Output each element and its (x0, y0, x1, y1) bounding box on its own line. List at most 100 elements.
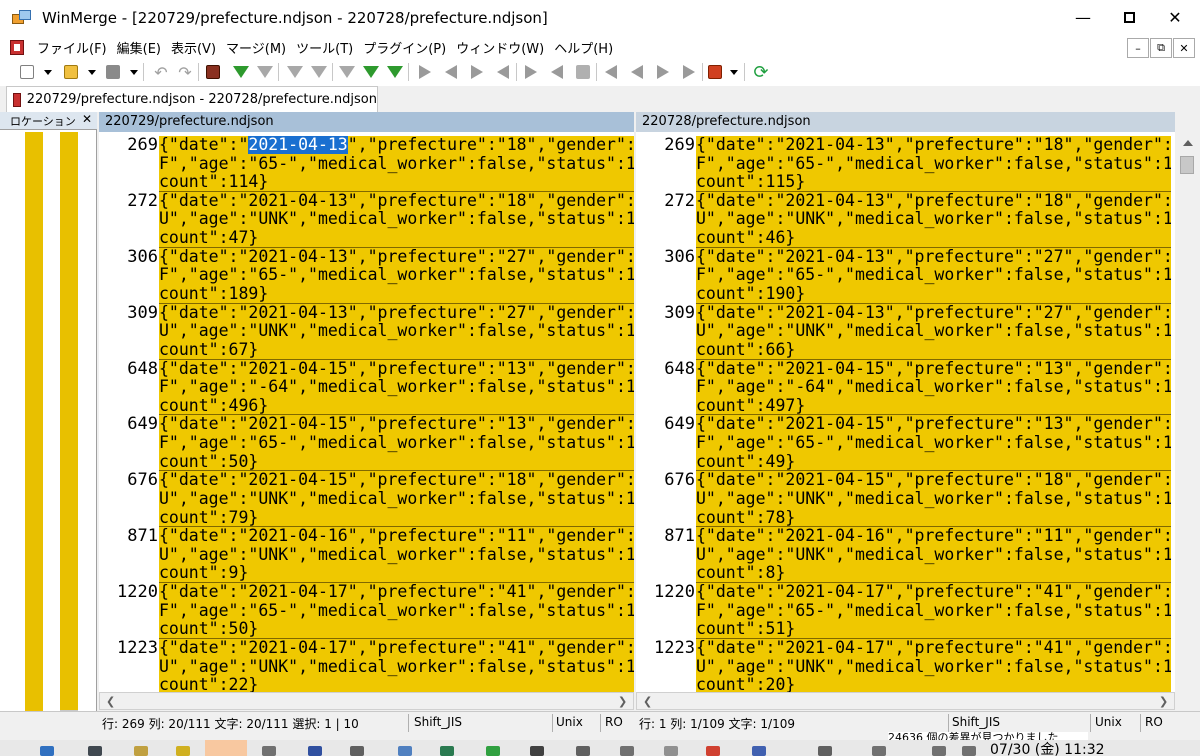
diff-line[interactable]: 871 {"date":"2021-04-16","prefecture":"11… (99, 527, 634, 584)
taskbar-app-icon[interactable] (620, 746, 634, 756)
line-text[interactable]: {"date":"2021-04-13","prefecture":"27","… (159, 303, 634, 360)
taskbar-app-icon[interactable] (752, 746, 766, 756)
taskbar-app-icon[interactable] (262, 746, 276, 756)
nav-first-icon[interactable] (600, 61, 622, 83)
diff-line[interactable]: 272 {"date":"2021-04-13","prefecture":"18… (99, 192, 634, 248)
copy-all-icon[interactable] (254, 61, 276, 83)
close-button[interactable]: ✕ (1152, 0, 1198, 34)
line-text[interactable]: {"date":"2021-04-13","prefecture":"27","… (159, 247, 634, 304)
scroll-right-icon[interactable]: ❯ (1159, 695, 1168, 708)
open-folder-icon[interactable] (60, 61, 82, 83)
line-text[interactable]: {"date":"2021-04-13","prefecture":"18","… (696, 136, 1171, 192)
line-text[interactable]: {"date":"2021-04-17","prefecture":"41","… (696, 639, 1171, 692)
menu-help[interactable]: ヘルプ(H) (549, 38, 618, 57)
minimize-button[interactable]: — (1060, 0, 1106, 34)
diff-line[interactable]: 676 {"date":"2021-04-15","prefecture":"18… (99, 471, 634, 528)
scroll-right-icon[interactable]: ❯ (618, 695, 627, 708)
diff-line[interactable]: 1220 {"date":"2021-04-17","prefecture":"4… (99, 583, 634, 640)
diff-line[interactable]: 1223 {"date":"2021-04-17","prefecture":"4… (99, 639, 634, 692)
all-right-icon[interactable] (520, 61, 542, 83)
taskbar-app-icon[interactable] (440, 746, 454, 756)
taskbar-app-icon[interactable] (486, 746, 500, 756)
tray-icon[interactable] (818, 746, 832, 756)
taskbar-app-icon[interactable] (664, 746, 678, 756)
diff-line[interactable]: 676 {"date":"2021-04-15","prefecture":"18… (636, 471, 1175, 528)
menu-edit[interactable]: 編集(E) (112, 38, 166, 57)
close-icon[interactable]: ✕ (82, 112, 92, 126)
diff-line[interactable]: 269 {"date":"2021-04-13","prefecture":"18… (99, 136, 634, 192)
taskbar-app-icon[interactable] (576, 746, 590, 756)
options-dropdown-icon[interactable] (730, 70, 738, 75)
mdi-close-button[interactable]: ✕ (1173, 38, 1195, 58)
taskbar-app-icon[interactable] (308, 746, 322, 756)
current-diff-icon[interactable] (360, 61, 382, 83)
menu-tools[interactable]: ツール(T) (291, 38, 358, 57)
scroll-left-icon[interactable]: ❮ (643, 695, 652, 708)
nav-prev-icon[interactable] (626, 61, 648, 83)
open-dropdown-icon[interactable] (88, 70, 96, 75)
taskbar-app-icon[interactable] (134, 746, 148, 756)
copy-left-advance-icon[interactable] (492, 61, 514, 83)
line-text[interactable]: {"date":"2021-04-15","prefecture":"18","… (159, 471, 634, 528)
menu-merge[interactable]: マージ(M) (221, 38, 291, 57)
diff-line[interactable]: 306 {"date":"2021-04-13","prefecture":"27… (99, 248, 634, 304)
scroll-up-icon[interactable] (1183, 140, 1193, 146)
line-text[interactable]: {"date":"2021-04-13","prefecture":"27","… (696, 303, 1171, 360)
all-left-icon[interactable] (546, 61, 568, 83)
copy-right-advance-icon[interactable] (466, 61, 488, 83)
diff-line[interactable]: 272 {"date":"2021-04-13","prefecture":"18… (636, 192, 1175, 248)
taskbar-app-icon[interactable] (88, 746, 102, 756)
maximize-button[interactable] (1106, 0, 1152, 34)
right-horizontal-scrollbar[interactable]: ❮ ❯ (636, 692, 1175, 710)
save-icon[interactable] (102, 61, 124, 83)
left-horizontal-scrollbar[interactable]: ❮ ❯ (99, 692, 634, 710)
taskbar-app-icon[interactable] (350, 746, 364, 756)
line-text[interactable]: {"date":"2021-04-16","prefecture":"11","… (696, 527, 1171, 584)
mdi-restore-button[interactable]: ⧉ (1150, 38, 1172, 58)
diff-line[interactable]: 1223 {"date":"2021-04-17","prefecture":"4… (636, 639, 1175, 692)
redo-icon[interactable]: ↷ (174, 61, 196, 83)
last-diff-icon[interactable] (384, 61, 406, 83)
line-text[interactable]: {"date":"2021-04-15","prefecture":"18","… (696, 471, 1171, 528)
scroll-left-icon[interactable]: ❮ (106, 695, 115, 708)
document-icon[interactable] (10, 39, 24, 55)
new-dropdown-icon[interactable] (44, 70, 52, 75)
line-text[interactable]: {"date":"2021-04-15","prefecture":"13","… (159, 359, 634, 416)
diff-line[interactable]: 871 {"date":"2021-04-16","prefecture":"11… (636, 527, 1175, 584)
menu-plugins[interactable]: プラグイン(P) (358, 38, 451, 57)
options-icon[interactable] (704, 61, 726, 83)
tray-icon[interactable] (932, 746, 946, 756)
taskbar-app-icon[interactable] (40, 746, 54, 756)
undo-icon[interactable]: ↶ (150, 61, 172, 83)
diff-line[interactable]: 306 {"date":"2021-04-13","prefecture":"27… (636, 248, 1175, 304)
taskbar-app-icon[interactable] (398, 746, 412, 756)
prev-diff-icon[interactable] (308, 61, 330, 83)
copy-left-icon[interactable] (440, 61, 462, 83)
location-bar-left[interactable] (25, 132, 43, 722)
filter-icon[interactable] (202, 61, 224, 83)
vertical-scrollbar[interactable] (1175, 112, 1200, 712)
taskbar-winmerge-active[interactable] (205, 740, 247, 756)
line-text[interactable]: {"date":"2021-04-13","prefecture":"27","… (696, 247, 1171, 304)
tray-icon[interactable] (962, 746, 976, 756)
tab-document[interactable]: 220729/prefecture.ndjson - 220728/prefec… (6, 86, 378, 112)
diff-line[interactable]: 649 {"date":"2021-04-15","prefecture":"13… (636, 415, 1175, 472)
merge-icon[interactable] (572, 61, 594, 83)
line-text[interactable]: {"date":"2021-04-16","prefecture":"11","… (159, 527, 634, 584)
save-dropdown-icon[interactable] (130, 70, 138, 75)
diff-line[interactable]: 649 {"date":"2021-04-15","prefecture":"13… (99, 415, 634, 472)
diff-line[interactable]: 309 {"date":"2021-04-13","prefecture":"27… (99, 304, 634, 360)
nav-last-icon[interactable] (678, 61, 700, 83)
taskbar-app-icon[interactable] (176, 746, 190, 756)
menu-window[interactable]: ウィンドウ(W) (451, 38, 549, 57)
menu-file[interactable]: ファイル(F) (32, 38, 112, 57)
right-diff-pane[interactable]: 220728/prefecture.ndjson 269 {"date":"202… (636, 112, 1175, 692)
scroll-thumb[interactable] (1180, 156, 1194, 174)
taskbar-clock[interactable]: 07/30 (金) 11:32 (990, 740, 1105, 756)
line-text[interactable]: {"date":"2021-04-17","prefecture":"41","… (159, 583, 634, 640)
nav-next-icon[interactable] (652, 61, 674, 83)
diff-line[interactable]: 648 {"date":"2021-04-15","prefecture":"13… (636, 359, 1175, 416)
line-text[interactable]: {"date":"2021-04-13","prefecture":"18","… (159, 191, 634, 248)
copy-to-right-icon[interactable] (230, 61, 252, 83)
diff-line[interactable]: 309 {"date":"2021-04-13","prefecture":"27… (636, 304, 1175, 360)
